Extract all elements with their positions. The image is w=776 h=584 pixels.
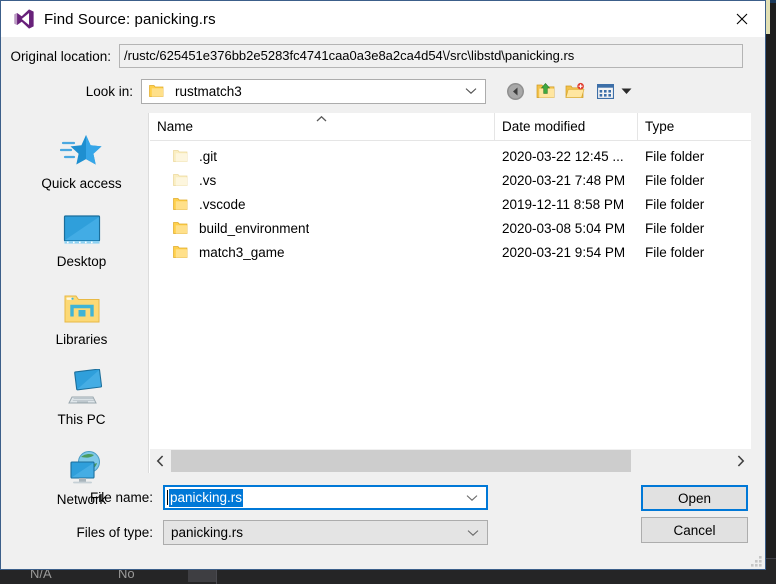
views-grid-icon bbox=[596, 83, 614, 99]
close-button[interactable] bbox=[719, 1, 765, 37]
sidebar-item-label: This PC bbox=[57, 412, 106, 427]
resize-grip-icon[interactable] bbox=[749, 554, 763, 568]
look-in-row: Look in: rustmatch3 bbox=[1, 78, 765, 104]
file-list-pane: Name Date modified Type .git 2020-03-22 1… bbox=[149, 113, 751, 473]
chevron-left-icon bbox=[156, 455, 164, 467]
dialog-title: Find Source: panicking.rs bbox=[44, 10, 216, 28]
sidebar-item-libraries[interactable]: Libraries bbox=[15, 287, 148, 353]
file-name-cell: .git bbox=[150, 149, 495, 164]
scroll-left-button[interactable] bbox=[150, 449, 171, 473]
file-name-cell: .vs bbox=[150, 173, 495, 188]
file-list-header: Name Date modified Type bbox=[150, 113, 751, 141]
file-name-text: match3_game bbox=[199, 244, 285, 260]
libraries-folder-icon bbox=[64, 295, 99, 323]
chevron-down-icon[interactable] bbox=[466, 494, 478, 502]
places-bar: Quick access Desktop Libraries This PC N… bbox=[15, 113, 149, 507]
chevron-down-icon bbox=[467, 529, 479, 536]
caret-down-icon[interactable] bbox=[621, 87, 632, 95]
folder-icon bbox=[173, 150, 188, 162]
close-icon bbox=[736, 13, 748, 25]
up-one-level-button[interactable] bbox=[533, 79, 557, 103]
folder-icon bbox=[173, 222, 188, 234]
column-header-name-label: Name bbox=[157, 119, 194, 134]
column-header-type-label: Type bbox=[645, 119, 675, 134]
sidebar-item-desktop[interactable]: Desktop bbox=[15, 209, 148, 275]
new-folder-button[interactable] bbox=[563, 79, 587, 103]
views-button[interactable] bbox=[593, 79, 617, 103]
sidebar-item-quick-access[interactable]: Quick access bbox=[15, 127, 148, 197]
back-arrow-icon bbox=[506, 82, 524, 100]
find-source-dialog: Find Source: panicking.rs Original locat… bbox=[0, 0, 766, 570]
scrollbar-thumb[interactable] bbox=[171, 450, 631, 472]
column-header-date-modified[interactable]: Date modified bbox=[495, 113, 638, 140]
file-date-cell: 2020-03-08 5:04 PM bbox=[502, 220, 626, 236]
scrollbar-track[interactable] bbox=[631, 450, 730, 472]
file-name-text: .git bbox=[199, 148, 218, 164]
look-in-combobox[interactable]: rustmatch3 bbox=[141, 78, 486, 104]
sidebar-item-label: Desktop bbox=[56, 254, 107, 269]
column-header-name[interactable]: Name bbox=[150, 113, 495, 140]
scroll-right-button[interactable] bbox=[730, 449, 751, 473]
look-in-label: Look in: bbox=[85, 83, 133, 99]
sidebar-item-label: Quick access bbox=[41, 176, 122, 191]
original-location-input[interactable]: /rustc/625451e376bb2e5283fc4741caa0a3e8a… bbox=[119, 44, 743, 68]
file-type-cell: File folder bbox=[645, 244, 705, 260]
horizontal-scrollbar[interactable] bbox=[150, 449, 751, 473]
file-type-cell: File folder bbox=[645, 148, 705, 164]
file-type-cell: File folder bbox=[645, 196, 705, 212]
files-of-type-value: panicking.rs bbox=[171, 525, 244, 540]
chevron-down-icon bbox=[465, 88, 477, 94]
file-name-text: .vs bbox=[199, 172, 217, 188]
file-name-cell: match3_game bbox=[150, 245, 495, 260]
file-list-rows: .git 2020-03-22 12:45 ... File folder .vs 20… bbox=[150, 141, 751, 449]
sidebar-item-label: Libraries bbox=[55, 332, 108, 347]
cancel-button[interactable]: Cancel bbox=[641, 517, 748, 543]
file-type-cell: File folder bbox=[645, 220, 705, 236]
desktop-monitor-icon bbox=[63, 215, 100, 244]
quick-access-star-icon bbox=[59, 135, 101, 165]
column-header-date-label: Date modified bbox=[502, 119, 586, 134]
file-type-cell: File folder bbox=[645, 172, 705, 188]
look-in-value: rustmatch3 bbox=[175, 83, 242, 99]
folder-icon bbox=[173, 174, 188, 186]
folder-icon bbox=[173, 246, 188, 258]
original-location-label: Original location: bbox=[10, 48, 111, 64]
chevron-right-icon bbox=[737, 455, 745, 467]
file-name-text: build_environment bbox=[199, 220, 310, 236]
dialog-body: Quick access Desktop Libraries This PC N… bbox=[15, 113, 751, 507]
dialog-titlebar[interactable]: Find Source: panicking.rs bbox=[1, 1, 765, 37]
navigation-toolbar bbox=[503, 79, 632, 103]
file-name-input[interactable]: panicking.rs bbox=[163, 485, 488, 510]
file-date-cell: 2020-03-21 7:48 PM bbox=[502, 172, 626, 188]
column-header-type[interactable]: Type bbox=[638, 113, 751, 140]
files-of-type-combobox[interactable]: panicking.rs bbox=[163, 520, 488, 545]
new-folder-icon bbox=[565, 82, 585, 98]
sidebar-item-this-pc[interactable]: This PC bbox=[15, 365, 148, 433]
table-row[interactable]: build_environment 2020-03-08 5:04 PM File … bbox=[150, 216, 751, 240]
file-date-cell: 2020-03-22 12:45 ... bbox=[502, 148, 624, 164]
table-row[interactable]: .git 2020-03-22 12:45 ... File folder bbox=[150, 144, 751, 168]
file-name-label: File name: bbox=[89, 490, 153, 505]
table-row[interactable]: match3_game 2020-03-21 9:54 PM File folder bbox=[150, 240, 751, 264]
this-pc-computer-icon bbox=[67, 369, 102, 404]
file-date-cell: 2019-12-11 8:58 PM bbox=[502, 196, 625, 212]
folder-icon bbox=[173, 198, 188, 210]
files-of-type-label: Files of type: bbox=[76, 525, 153, 540]
back-button[interactable] bbox=[503, 79, 527, 103]
file-name-value: panicking.rs bbox=[169, 488, 244, 507]
file-name-cell: build_environment bbox=[150, 221, 495, 236]
visual-studio-icon bbox=[14, 9, 34, 29]
sort-ascending-icon bbox=[316, 115, 327, 122]
file-date-cell: 2020-03-21 9:54 PM bbox=[502, 244, 626, 260]
table-row[interactable]: .vs 2020-03-21 7:48 PM File folder bbox=[150, 168, 751, 192]
folder-icon bbox=[149, 85, 164, 97]
text-caret bbox=[167, 490, 168, 505]
file-name-cell: .vscode bbox=[150, 197, 495, 212]
up-folder-icon bbox=[536, 83, 554, 98]
file-name-text: .vscode bbox=[199, 196, 246, 212]
original-location-row: Original location: /rustc/625451e376bb2e… bbox=[1, 43, 765, 69]
dialog-footer: File name: panicking.rs Files of type: p… bbox=[1, 473, 765, 569]
open-button[interactable]: Open bbox=[641, 485, 748, 511]
table-row[interactable]: .vscode 2019-12-11 8:58 PM File folder bbox=[150, 192, 751, 216]
